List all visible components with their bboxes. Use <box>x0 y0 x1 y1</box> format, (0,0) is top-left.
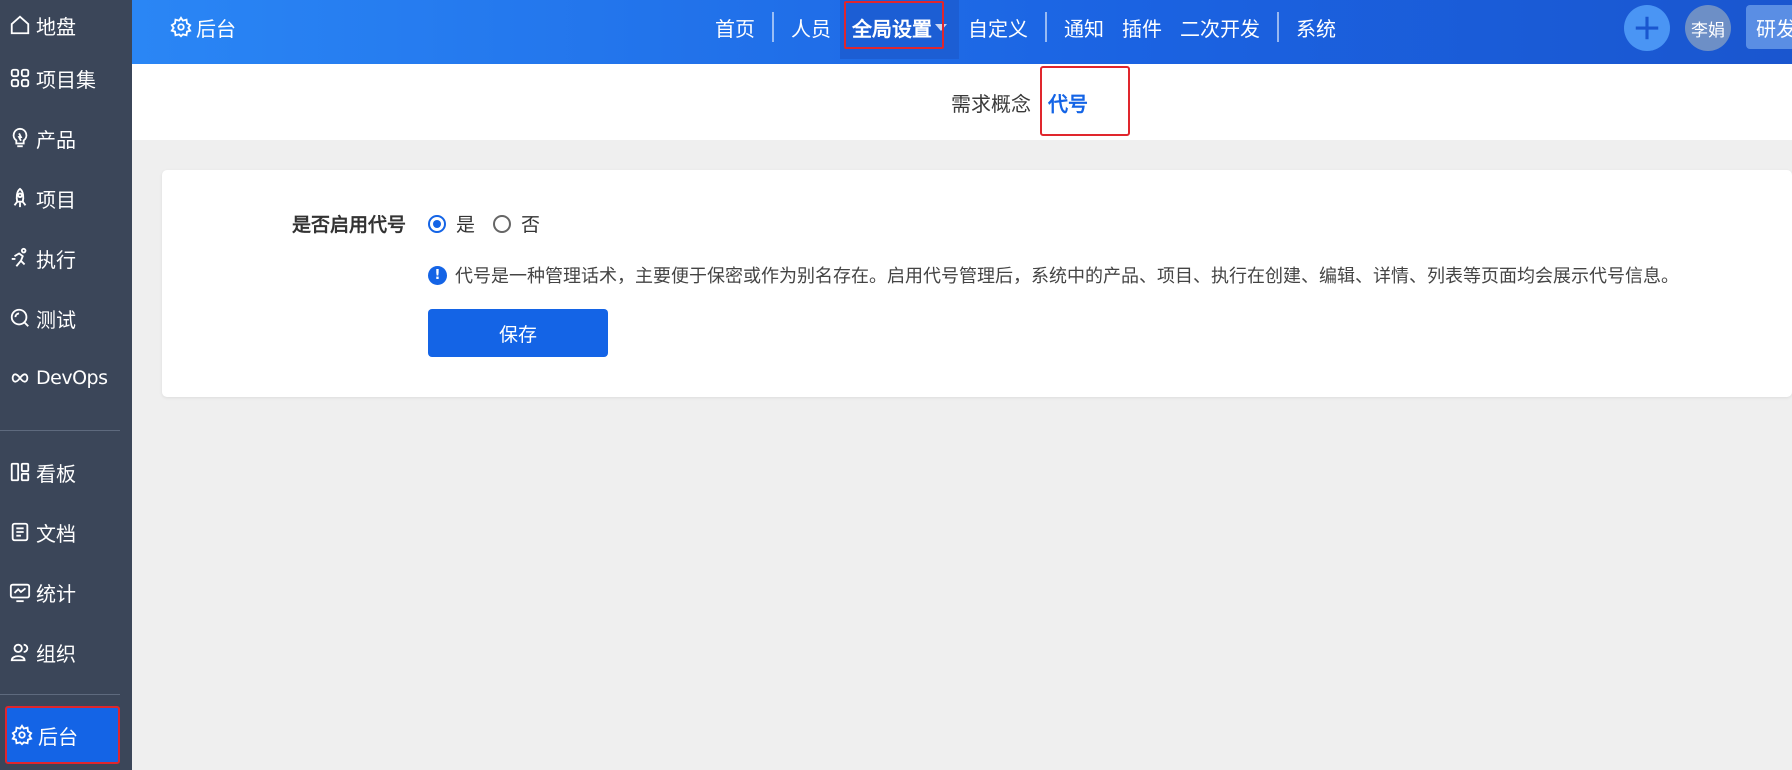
nav-notify[interactable]: 通知 <box>1055 13 1113 42</box>
rocket-icon <box>13 187 27 208</box>
sidebar-item-label: 地盘 <box>36 14 76 39</box>
save-button[interactable]: 保存 <box>428 309 608 357</box>
radio-yes-label: 是 <box>456 214 476 236</box>
rnd-switch-button[interactable]: 研发 <box>1746 5 1792 49</box>
main-nav: 首页 人员 全局设置 自定义 通知 插件 二次开发 系统 <box>706 0 1345 59</box>
sidebar-item-stats[interactable]: 统计 <box>0 567 132 617</box>
hint-message: 代号是一种管理话术，主要便于保密或作为别名存在。启用代号管理后，系统中的产品、项… <box>455 266 1679 287</box>
enable-code-radio-group: 是 否 <box>428 210 558 237</box>
top-bar: 后台 首页 人员 全局设置 自定义 通知 插件 二次开发 系统 李娟 研发 <box>132 0 1792 64</box>
tab-code[interactable]: 代号 <box>1040 64 1130 140</box>
avatar[interactable]: 李娟 <box>1685 5 1731 51</box>
settings-card: 是否启用代号 是 否 ! 代号是一种管理话术，主要便于保密或作为别名存在。启用代… <box>162 170 1792 397</box>
plus-icon <box>1635 16 1659 40</box>
highlight-box <box>844 1 944 49</box>
nav-system[interactable]: 系统 <box>1287 13 1345 42</box>
tab-requirement-concept[interactable]: 需求概念 <box>951 64 1031 140</box>
users-icon <box>10 643 29 662</box>
run-icon <box>11 247 27 267</box>
nav-global-settings[interactable]: 全局设置 <box>840 0 959 59</box>
gear-icon <box>11 724 33 746</box>
radio-circle <box>493 214 512 233</box>
radio-no-label: 否 <box>521 214 541 236</box>
radio-no[interactable]: 否 <box>493 210 540 237</box>
radio-circle <box>428 214 446 233</box>
nav-separator <box>1045 12 1047 42</box>
sidebar-item-execution[interactable]: 执行 <box>0 233 132 283</box>
sidebar-item-label: 测试 <box>36 307 76 332</box>
nav-plugin[interactable]: 插件 <box>1113 13 1171 42</box>
sidebar-item-label: 项目集 <box>36 67 96 92</box>
sidebar-item-program[interactable]: 项目集 <box>0 53 132 103</box>
nav-custom[interactable]: 自定义 <box>959 13 1037 42</box>
chart-icon <box>9 583 31 603</box>
sidebar-item-test[interactable]: 测试 <box>0 293 132 343</box>
sidebar-item-label: DevOps <box>36 367 108 389</box>
doc-icon <box>11 522 29 542</box>
radio-yes[interactable]: 是 <box>428 210 475 237</box>
sidebar-item-label: 执行 <box>36 247 76 272</box>
sidebar-item-label: 文档 <box>36 521 76 546</box>
sidebar-item-devops[interactable]: DevOps <box>0 353 132 403</box>
home-icon <box>10 15 30 35</box>
sidebar-divider <box>0 430 120 431</box>
highlight-box <box>1040 66 1130 136</box>
sidebar-item-org[interactable]: 组织 <box>0 627 132 677</box>
sidebar-item-admin[interactable]: 后台 <box>5 706 120 764</box>
infinity-icon <box>11 373 29 383</box>
sidebar-item-label: 看板 <box>36 461 76 486</box>
field-label: 是否启用代号 <box>292 214 407 236</box>
bulb-icon <box>12 127 28 148</box>
hint-text: ! 代号是一种管理话术，主要便于保密或作为别名存在。启用代号管理后，系统中的产品… <box>428 262 1679 288</box>
grid-icon <box>10 68 30 88</box>
nav-dev[interactable]: 二次开发 <box>1171 13 1269 42</box>
nav-separator <box>772 12 774 42</box>
sidebar-item-doc[interactable]: 文档 <box>0 507 132 557</box>
gear-icon <box>170 16 192 38</box>
sidebar-item-product[interactable]: 产品 <box>0 113 132 163</box>
sidebar-item-label: 统计 <box>36 581 76 606</box>
nav-separator <box>1277 12 1279 42</box>
sidebar-item-label: 项目 <box>36 187 76 212</box>
nav-home[interactable]: 首页 <box>706 13 764 42</box>
sidebar: 地盘 项目集 产品 项目 执行 测试 DevOps 看板 文档 统计 组织 后台 <box>0 0 132 770</box>
search-icon <box>10 308 29 327</box>
sidebar-item-label: 产品 <box>36 127 76 152</box>
info-icon: ! <box>428 265 447 285</box>
sidebar-divider <box>0 694 120 695</box>
create-button[interactable] <box>1624 5 1670 51</box>
kanban-icon <box>10 462 30 482</box>
nav-people[interactable]: 人员 <box>782 13 840 42</box>
sidebar-item-kanban[interactable]: 看板 <box>0 447 132 497</box>
sidebar-item-label: 组织 <box>36 641 76 666</box>
sidebar-item-label: 后台 <box>38 724 78 749</box>
brand-label: 后台 <box>196 16 236 41</box>
brand[interactable]: 后台 <box>170 0 236 54</box>
sidebar-item-project[interactable]: 项目 <box>0 173 132 223</box>
sidebar-item-dashboard[interactable]: 地盘 <box>0 0 132 50</box>
sub-nav: 需求概念 代号 <box>132 64 1792 140</box>
